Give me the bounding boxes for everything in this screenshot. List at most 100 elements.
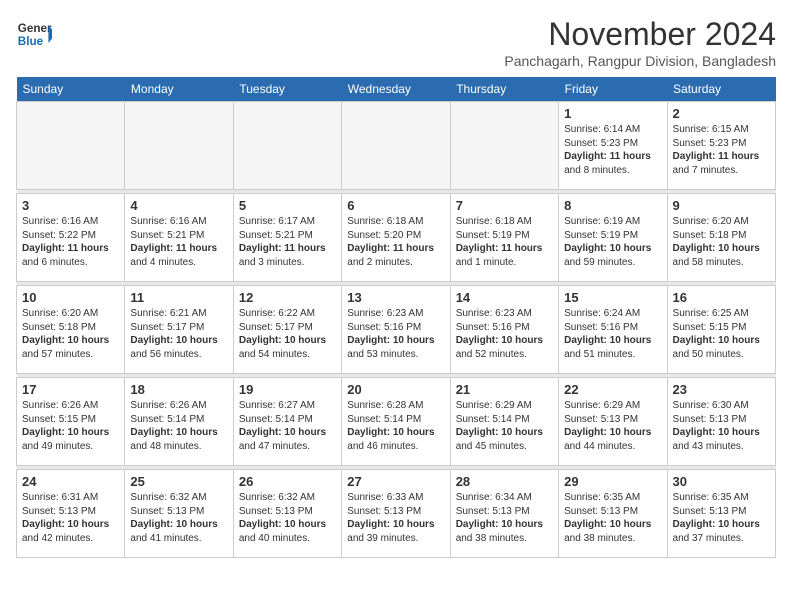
day-number: 6 <box>347 198 444 213</box>
day-info: Sunrise: 6:17 AMSunset: 5:21 PMDaylight:… <box>239 215 336 269</box>
weekday-header-tuesday: Tuesday <box>233 77 341 102</box>
day-number: 3 <box>22 198 119 213</box>
calendar-cell <box>450 102 558 190</box>
week-row-2: 3 Sunrise: 6:16 AMSunset: 5:22 PMDaylight… <box>17 194 776 282</box>
day-number: 30 <box>673 474 770 489</box>
day-info: Sunrise: 6:20 AMSunset: 5:18 PMDaylight:… <box>22 307 119 361</box>
calendar-cell: 28 Sunrise: 6:34 AMSunset: 5:13 PMDayligh… <box>450 470 558 558</box>
day-number: 28 <box>456 474 553 489</box>
svg-text:General: General <box>18 22 52 35</box>
calendar-cell: 20 Sunrise: 6:28 AMSunset: 5:14 PMDayligh… <box>342 378 450 466</box>
week-row-3: 10 Sunrise: 6:20 AMSunset: 5:18 PMDayligh… <box>17 286 776 374</box>
day-number: 29 <box>564 474 661 489</box>
day-number: 4 <box>130 198 227 213</box>
day-number: 14 <box>456 290 553 305</box>
calendar-cell: 23 Sunrise: 6:30 AMSunset: 5:13 PMDayligh… <box>667 378 775 466</box>
calendar-cell <box>17 102 125 190</box>
day-info: Sunrise: 6:25 AMSunset: 5:15 PMDaylight:… <box>673 307 770 361</box>
week-row-1: 1 Sunrise: 6:14 AMSunset: 5:23 PMDaylight… <box>17 102 776 190</box>
calendar-cell: 10 Sunrise: 6:20 AMSunset: 5:18 PMDayligh… <box>17 286 125 374</box>
day-info: Sunrise: 6:28 AMSunset: 5:14 PMDaylight:… <box>347 399 444 453</box>
location: Panchagarh, Rangpur Division, Bangladesh <box>504 53 776 69</box>
calendar-cell: 27Sunrise: 6:33 AMSunset: 5:13 PMDayligh… <box>342 470 450 558</box>
day-number: 26 <box>239 474 336 489</box>
calendar-cell: 24Sunrise: 6:31 AMSunset: 5:13 PMDayligh… <box>17 470 125 558</box>
day-info: Sunrise: 6:20 AMSunset: 5:18 PMDaylight:… <box>673 215 770 269</box>
calendar-cell: 4Sunrise: 6:16 AMSunset: 5:21 PMDaylight… <box>125 194 233 282</box>
day-number: 17 <box>22 382 119 397</box>
calendar-cell: 9 Sunrise: 6:20 AMSunset: 5:18 PMDaylight… <box>667 194 775 282</box>
day-info: Sunrise: 6:14 AMSunset: 5:23 PMDaylight:… <box>564 123 661 177</box>
day-info: Sunrise: 6:15 AMSunset: 5:23 PMDaylight:… <box>673 123 770 177</box>
day-info: Sunrise: 6:26 AMSunset: 5:14 PMDaylight:… <box>130 399 227 453</box>
calendar-cell <box>125 102 233 190</box>
calendar-cell: 14 Sunrise: 6:23 AMSunset: 5:16 PMDayligh… <box>450 286 558 374</box>
day-number: 25 <box>130 474 227 489</box>
day-info: Sunrise: 6:19 AMSunset: 5:19 PMDaylight:… <box>564 215 661 269</box>
day-info: Sunrise: 6:35 AMSunset: 5:13 PMDaylight:… <box>564 491 661 545</box>
day-info: Sunrise: 6:23 AMSunset: 5:16 PMDaylight:… <box>347 307 444 361</box>
day-info: Sunrise: 6:21 AMSunset: 5:17 PMDaylight:… <box>130 307 227 361</box>
calendar-cell <box>342 102 450 190</box>
day-number: 19 <box>239 382 336 397</box>
calendar-cell: 2 Sunrise: 6:15 AMSunset: 5:23 PMDaylight… <box>667 102 775 190</box>
day-number: 2 <box>673 106 770 121</box>
weekday-header-wednesday: Wednesday <box>342 77 450 102</box>
day-number: 9 <box>673 198 770 213</box>
day-number: 24 <box>22 474 119 489</box>
day-info: Sunrise: 6:18 AMSunset: 5:19 PMDaylight:… <box>456 215 553 269</box>
calendar-cell: 26 Sunrise: 6:32 AMSunset: 5:13 PMDayligh… <box>233 470 341 558</box>
svg-text:Blue: Blue <box>18 35 44 48</box>
day-info: Sunrise: 6:32 AMSunset: 5:13 PMDaylight:… <box>239 491 336 545</box>
calendar-cell <box>233 102 341 190</box>
day-number: 10 <box>22 290 119 305</box>
day-number: 13 <box>347 290 444 305</box>
day-number: 5 <box>239 198 336 213</box>
calendar-cell: 7 Sunrise: 6:18 AMSunset: 5:19 PMDaylight… <box>450 194 558 282</box>
day-info: Sunrise: 6:16 AMSunset: 5:22 PMDaylight:… <box>22 215 119 269</box>
day-info: Sunrise: 6:27 AMSunset: 5:14 PMDaylight:… <box>239 399 336 453</box>
day-info: Sunrise: 6:34 AMSunset: 5:13 PMDaylight:… <box>456 491 553 545</box>
day-info: Sunrise: 6:24 AMSunset: 5:16 PMDaylight:… <box>564 307 661 361</box>
day-number: 8 <box>564 198 661 213</box>
day-info: Sunrise: 6:23 AMSunset: 5:16 PMDaylight:… <box>456 307 553 361</box>
calendar-cell: 5 Sunrise: 6:17 AMSunset: 5:21 PMDaylight… <box>233 194 341 282</box>
calendar-cell: 1 Sunrise: 6:14 AMSunset: 5:23 PMDaylight… <box>559 102 667 190</box>
weekday-header-friday: Friday <box>559 77 667 102</box>
weekday-header-row: SundayMondayTuesdayWednesdayThursdayFrid… <box>17 77 776 102</box>
day-info: Sunrise: 6:33 AMSunset: 5:13 PMDaylight:… <box>347 491 444 545</box>
day-number: 16 <box>673 290 770 305</box>
day-info: Sunrise: 6:29 AMSunset: 5:14 PMDaylight:… <box>456 399 553 453</box>
month-title: November 2024 <box>504 16 776 53</box>
calendar-cell: 16 Sunrise: 6:25 AMSunset: 5:15 PMDayligh… <box>667 286 775 374</box>
week-row-4: 17Sunrise: 6:26 AMSunset: 5:15 PMDayligh… <box>17 378 776 466</box>
calendar-cell: 22 Sunrise: 6:29 AMSunset: 5:13 PMDayligh… <box>559 378 667 466</box>
day-number: 15 <box>564 290 661 305</box>
logo-icon: GeneralBlue <box>16 16 52 52</box>
calendar-cell: 3 Sunrise: 6:16 AMSunset: 5:22 PMDaylight… <box>17 194 125 282</box>
calendar-cell: 8 Sunrise: 6:19 AMSunset: 5:19 PMDaylight… <box>559 194 667 282</box>
day-number: 20 <box>347 382 444 397</box>
calendar-cell: 19 Sunrise: 6:27 AMSunset: 5:14 PMDayligh… <box>233 378 341 466</box>
calendar-cell: 13 Sunrise: 6:23 AMSunset: 5:16 PMDayligh… <box>342 286 450 374</box>
day-info: Sunrise: 6:32 AMSunset: 5:13 PMDaylight:… <box>130 491 227 545</box>
day-info: Sunrise: 6:35 AMSunset: 5:13 PMDaylight:… <box>673 491 770 545</box>
calendar-cell: 6Sunrise: 6:18 AMSunset: 5:20 PMDaylight… <box>342 194 450 282</box>
day-number: 23 <box>673 382 770 397</box>
title-area: November 2024 Panchagarh, Rangpur Divisi… <box>504 16 776 69</box>
calendar-cell: 12Sunrise: 6:22 AMSunset: 5:17 PMDayligh… <box>233 286 341 374</box>
logo: GeneralBlue <box>16 16 52 52</box>
day-number: 7 <box>456 198 553 213</box>
day-number: 1 <box>564 106 661 121</box>
day-number: 22 <box>564 382 661 397</box>
day-info: Sunrise: 6:22 AMSunset: 5:17 PMDaylight:… <box>239 307 336 361</box>
day-info: Sunrise: 6:29 AMSunset: 5:13 PMDaylight:… <box>564 399 661 453</box>
weekday-header-monday: Monday <box>125 77 233 102</box>
calendar-cell: 30 Sunrise: 6:35 AMSunset: 5:13 PMDayligh… <box>667 470 775 558</box>
day-number: 21 <box>456 382 553 397</box>
calendar-cell: 17Sunrise: 6:26 AMSunset: 5:15 PMDayligh… <box>17 378 125 466</box>
day-number: 18 <box>130 382 227 397</box>
week-row-5: 24Sunrise: 6:31 AMSunset: 5:13 PMDayligh… <box>17 470 776 558</box>
day-info: Sunrise: 6:30 AMSunset: 5:13 PMDaylight:… <box>673 399 770 453</box>
calendar-cell: 11Sunrise: 6:21 AMSunset: 5:17 PMDayligh… <box>125 286 233 374</box>
